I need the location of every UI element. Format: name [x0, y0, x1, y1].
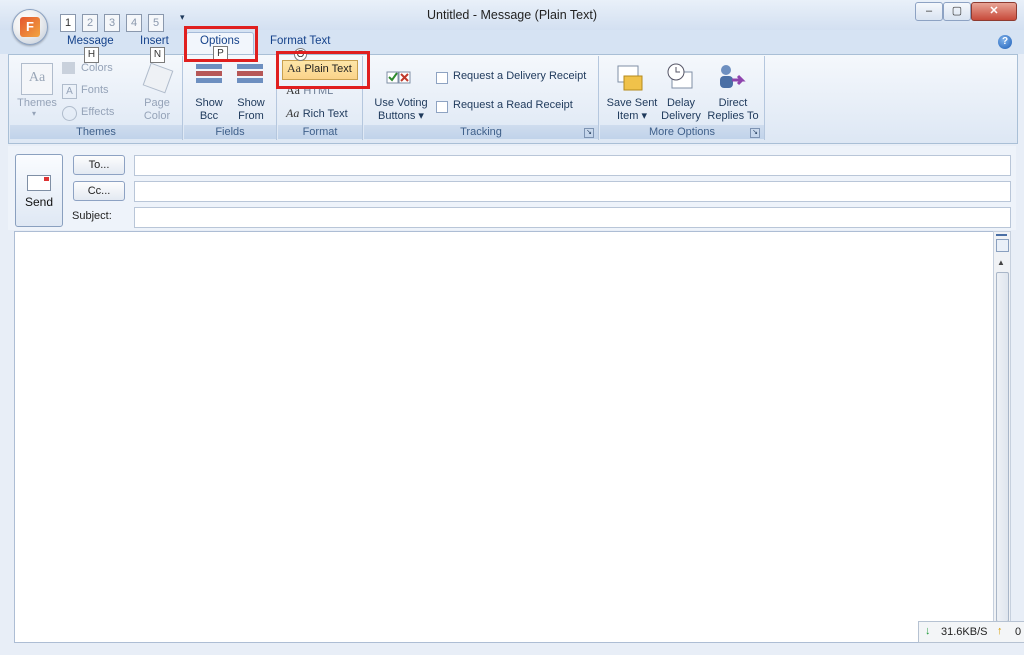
view-ruler-icon[interactable] [996, 239, 1009, 252]
keytip-insert: N [150, 47, 165, 63]
office-logo-icon: F [20, 17, 40, 37]
restore-button[interactable]: ▢ [943, 2, 971, 21]
group-format: Aa Plain Text Aa HTML Aa Rich Text Forma… [278, 56, 363, 140]
subject-label: Subject: [72, 210, 112, 222]
read-receipt-label[interactable]: Request a Read Receipt [453, 99, 573, 111]
direct-replies-to-button[interactable]: Direct Replies To [704, 97, 762, 123]
help-icon[interactable]: ? [998, 35, 1012, 49]
qat-keytip-4[interactable]: 4 [126, 14, 142, 32]
save-sent-item-icon [616, 62, 644, 92]
effects-button[interactable]: Effects [81, 106, 114, 118]
upload-speed: 0 [1015, 626, 1022, 638]
fonts-button[interactable]: Fonts [81, 84, 109, 96]
voting-buttons-icon [386, 64, 412, 90]
qat-keytip-3[interactable]: 3 [104, 14, 120, 32]
message-body[interactable] [14, 231, 996, 643]
group-tracking: Use Voting Buttons ▾ Request a Delivery … [364, 56, 599, 140]
download-arrow-icon: ↓ [925, 625, 931, 637]
group-more-options: Save Sent Item ▾ Delay Delivery Direct R… [600, 56, 765, 140]
direct-replies-icon [716, 62, 746, 92]
network-status: ↓ 31.6KB/S ↑ 0 [918, 621, 1024, 643]
delivery-receipt-label[interactable]: Request a Delivery Receipt [453, 70, 586, 82]
minimize-button[interactable]: – [915, 2, 943, 21]
show-bcc-icon [196, 62, 222, 92]
themes-button[interactable]: Themes [14, 97, 60, 110]
close-button[interactable]: ✕ [971, 2, 1017, 21]
keytip-message: H [84, 47, 99, 63]
html-button[interactable]: Aa HTML [286, 83, 333, 98]
colors-button[interactable]: Colors [81, 62, 113, 74]
qat-keytip-1[interactable]: 1 [60, 14, 76, 32]
themes-icon: Aa [21, 63, 53, 95]
themes-dropdown-icon: ▾ [32, 109, 37, 118]
effects-icon [62, 106, 77, 121]
cc-field[interactable] [134, 181, 1011, 202]
scroll-thumb[interactable] [996, 272, 1009, 622]
cc-button[interactable]: Cc... [73, 181, 125, 201]
group-label-tracking: Tracking [364, 125, 598, 139]
send-envelope-icon [27, 175, 51, 191]
office-button[interactable]: F [12, 9, 48, 45]
group-label-themes: Themes [10, 125, 182, 139]
group-fields: Show Bcc Show From Fields [184, 56, 277, 140]
keytip-options: P [213, 46, 228, 62]
to-field[interactable] [134, 155, 1011, 176]
tab-insert[interactable]: Insert [140, 35, 169, 47]
delivery-receipt-checkbox[interactable] [436, 72, 448, 84]
colors-icon [62, 62, 75, 74]
group-label-more-options: More Options [600, 125, 764, 139]
group-themes: Aa Themes ▾ Colors A Fonts Effects Page … [10, 56, 183, 140]
show-from-icon [237, 62, 263, 92]
delay-delivery-button[interactable]: Delay Delivery [658, 97, 704, 123]
tracking-dialog-launcher-icon[interactable]: ↘ [584, 128, 594, 138]
rich-text-button[interactable]: Aa Rich Text [286, 106, 348, 121]
ruler-toggle-icon[interactable] [996, 234, 1007, 236]
qat-keytip-2[interactable]: 2 [82, 14, 98, 32]
send-button[interactable]: Send [15, 154, 63, 227]
scroll-up-icon[interactable]: ▲ [997, 258, 1005, 267]
group-label-format: Format [278, 125, 362, 139]
qat-customize-icon[interactable]: ▾ [180, 12, 185, 23]
show-from-button[interactable]: Show From [230, 97, 272, 123]
qat-keytip-5[interactable]: 5 [148, 14, 164, 32]
more-options-dialog-launcher-icon[interactable]: ↘ [750, 128, 760, 138]
read-receipt-checkbox[interactable] [436, 101, 448, 113]
use-voting-buttons[interactable]: Use Voting Buttons ▾ [366, 97, 436, 123]
subject-field[interactable] [134, 207, 1011, 228]
page-color-icon [142, 62, 174, 94]
delay-delivery-icon [666, 62, 694, 92]
download-speed: 31.6KB/S [941, 626, 988, 638]
upload-arrow-icon: ↑ [997, 625, 1003, 637]
tab-format-text[interactable]: Format Text [270, 35, 331, 47]
show-bcc-button[interactable]: Show Bcc [188, 97, 230, 123]
group-label-fields: Fields [184, 125, 276, 139]
send-label: Send [24, 195, 54, 209]
tab-message[interactable]: Message [67, 35, 114, 47]
keytip-plain-text: O [294, 48, 307, 61]
vertical-scrollbar[interactable]: ▲ [993, 231, 1011, 643]
fonts-icon: A [62, 84, 77, 99]
plain-text-button[interactable]: Aa Plain Text [282, 60, 358, 80]
page-color-button[interactable]: Page Color [134, 97, 180, 123]
save-sent-item-button[interactable]: Save Sent Item ▾ [602, 97, 662, 123]
to-button[interactable]: To... [73, 155, 125, 175]
